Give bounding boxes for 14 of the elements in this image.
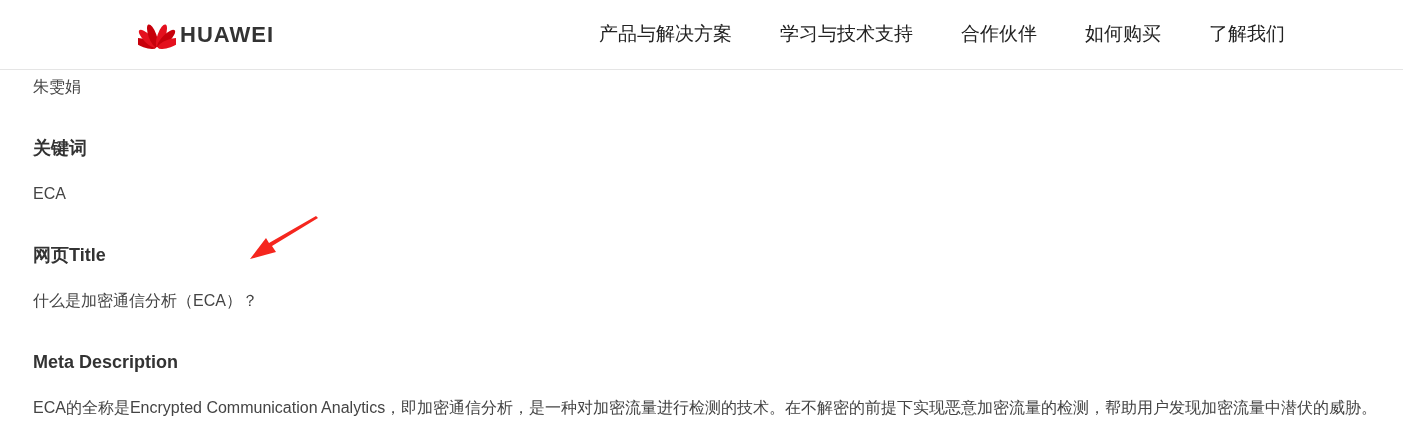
section-heading: Meta Description: [33, 351, 180, 374]
section-value: 朱雯娟: [33, 77, 82, 97]
nav-link[interactable]: 学习与技术支持: [780, 20, 913, 49]
section-value: ECA: [33, 184, 67, 204]
logo-text: HUAWEI: [180, 21, 274, 49]
section-value: ECA的全称是Encrypted Communication Analytics，即加密通信分析，是一种对加密流量进行检测的技术。在不解密的前提下实现恶意加密流量的检测，帮助用户发现加密流量中潜伏的威胁。: [33, 398, 1378, 418]
nav-link[interactable]: 合作伙伴: [961, 20, 1037, 49]
nav-link[interactable]: 如何购买: [1085, 20, 1161, 49]
section-heading: 网页Title: [33, 244, 107, 267]
section-value: 什么是加密通信分析（ECA）？: [33, 291, 259, 311]
nav-link[interactable]: 产品与解决方案: [599, 20, 732, 49]
section-heading: 关键词: [33, 137, 88, 160]
annotation-arrow: [249, 216, 319, 262]
nav-link[interactable]: 了解我们: [1209, 20, 1285, 49]
